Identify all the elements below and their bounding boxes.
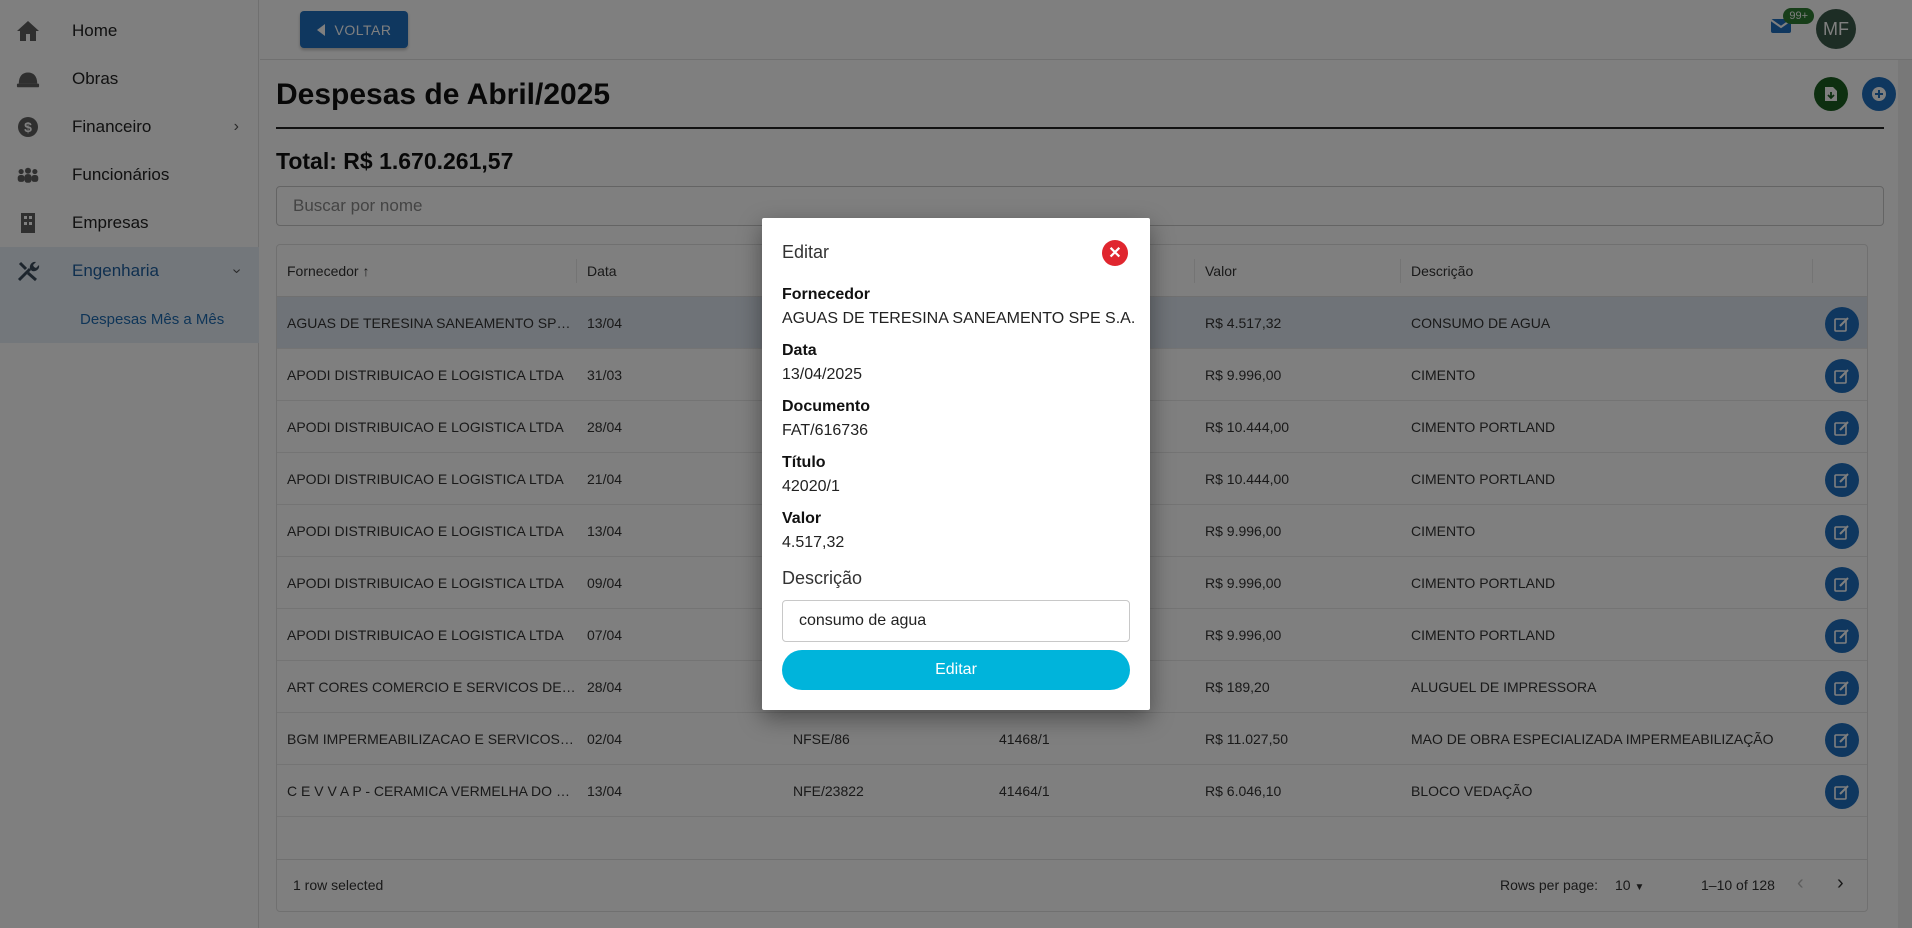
close-button[interactable]: ✕ (1102, 240, 1128, 266)
field-value-valor: 4.517,32 (782, 534, 845, 551)
description-label: Descrição (782, 568, 863, 588)
field-value-fornecedor: AGUAS DE TERESINA SANEAMENTO SPE S.A. (782, 310, 1136, 327)
close-icon: ✕ (1108, 245, 1122, 262)
field-value-documento: FAT/616736 (782, 422, 868, 439)
submit-edit-button[interactable]: Editar (782, 650, 1130, 690)
description-input[interactable] (782, 600, 1130, 642)
field-label-data: Data (782, 342, 817, 359)
edit-modal: Editar ✕ Fornecedor AGUAS DE TERESINA SA… (762, 218, 1150, 710)
field-label-fornecedor: Fornecedor (782, 286, 871, 303)
field-label-valor: Valor (782, 510, 822, 527)
field-value-titulo: 42020/1 (782, 478, 840, 495)
field-value-data: 13/04/2025 (782, 366, 863, 383)
modal-title: Editar (782, 242, 830, 262)
field-label-titulo: Título (782, 454, 826, 471)
field-label-documento: Documento (782, 398, 870, 415)
